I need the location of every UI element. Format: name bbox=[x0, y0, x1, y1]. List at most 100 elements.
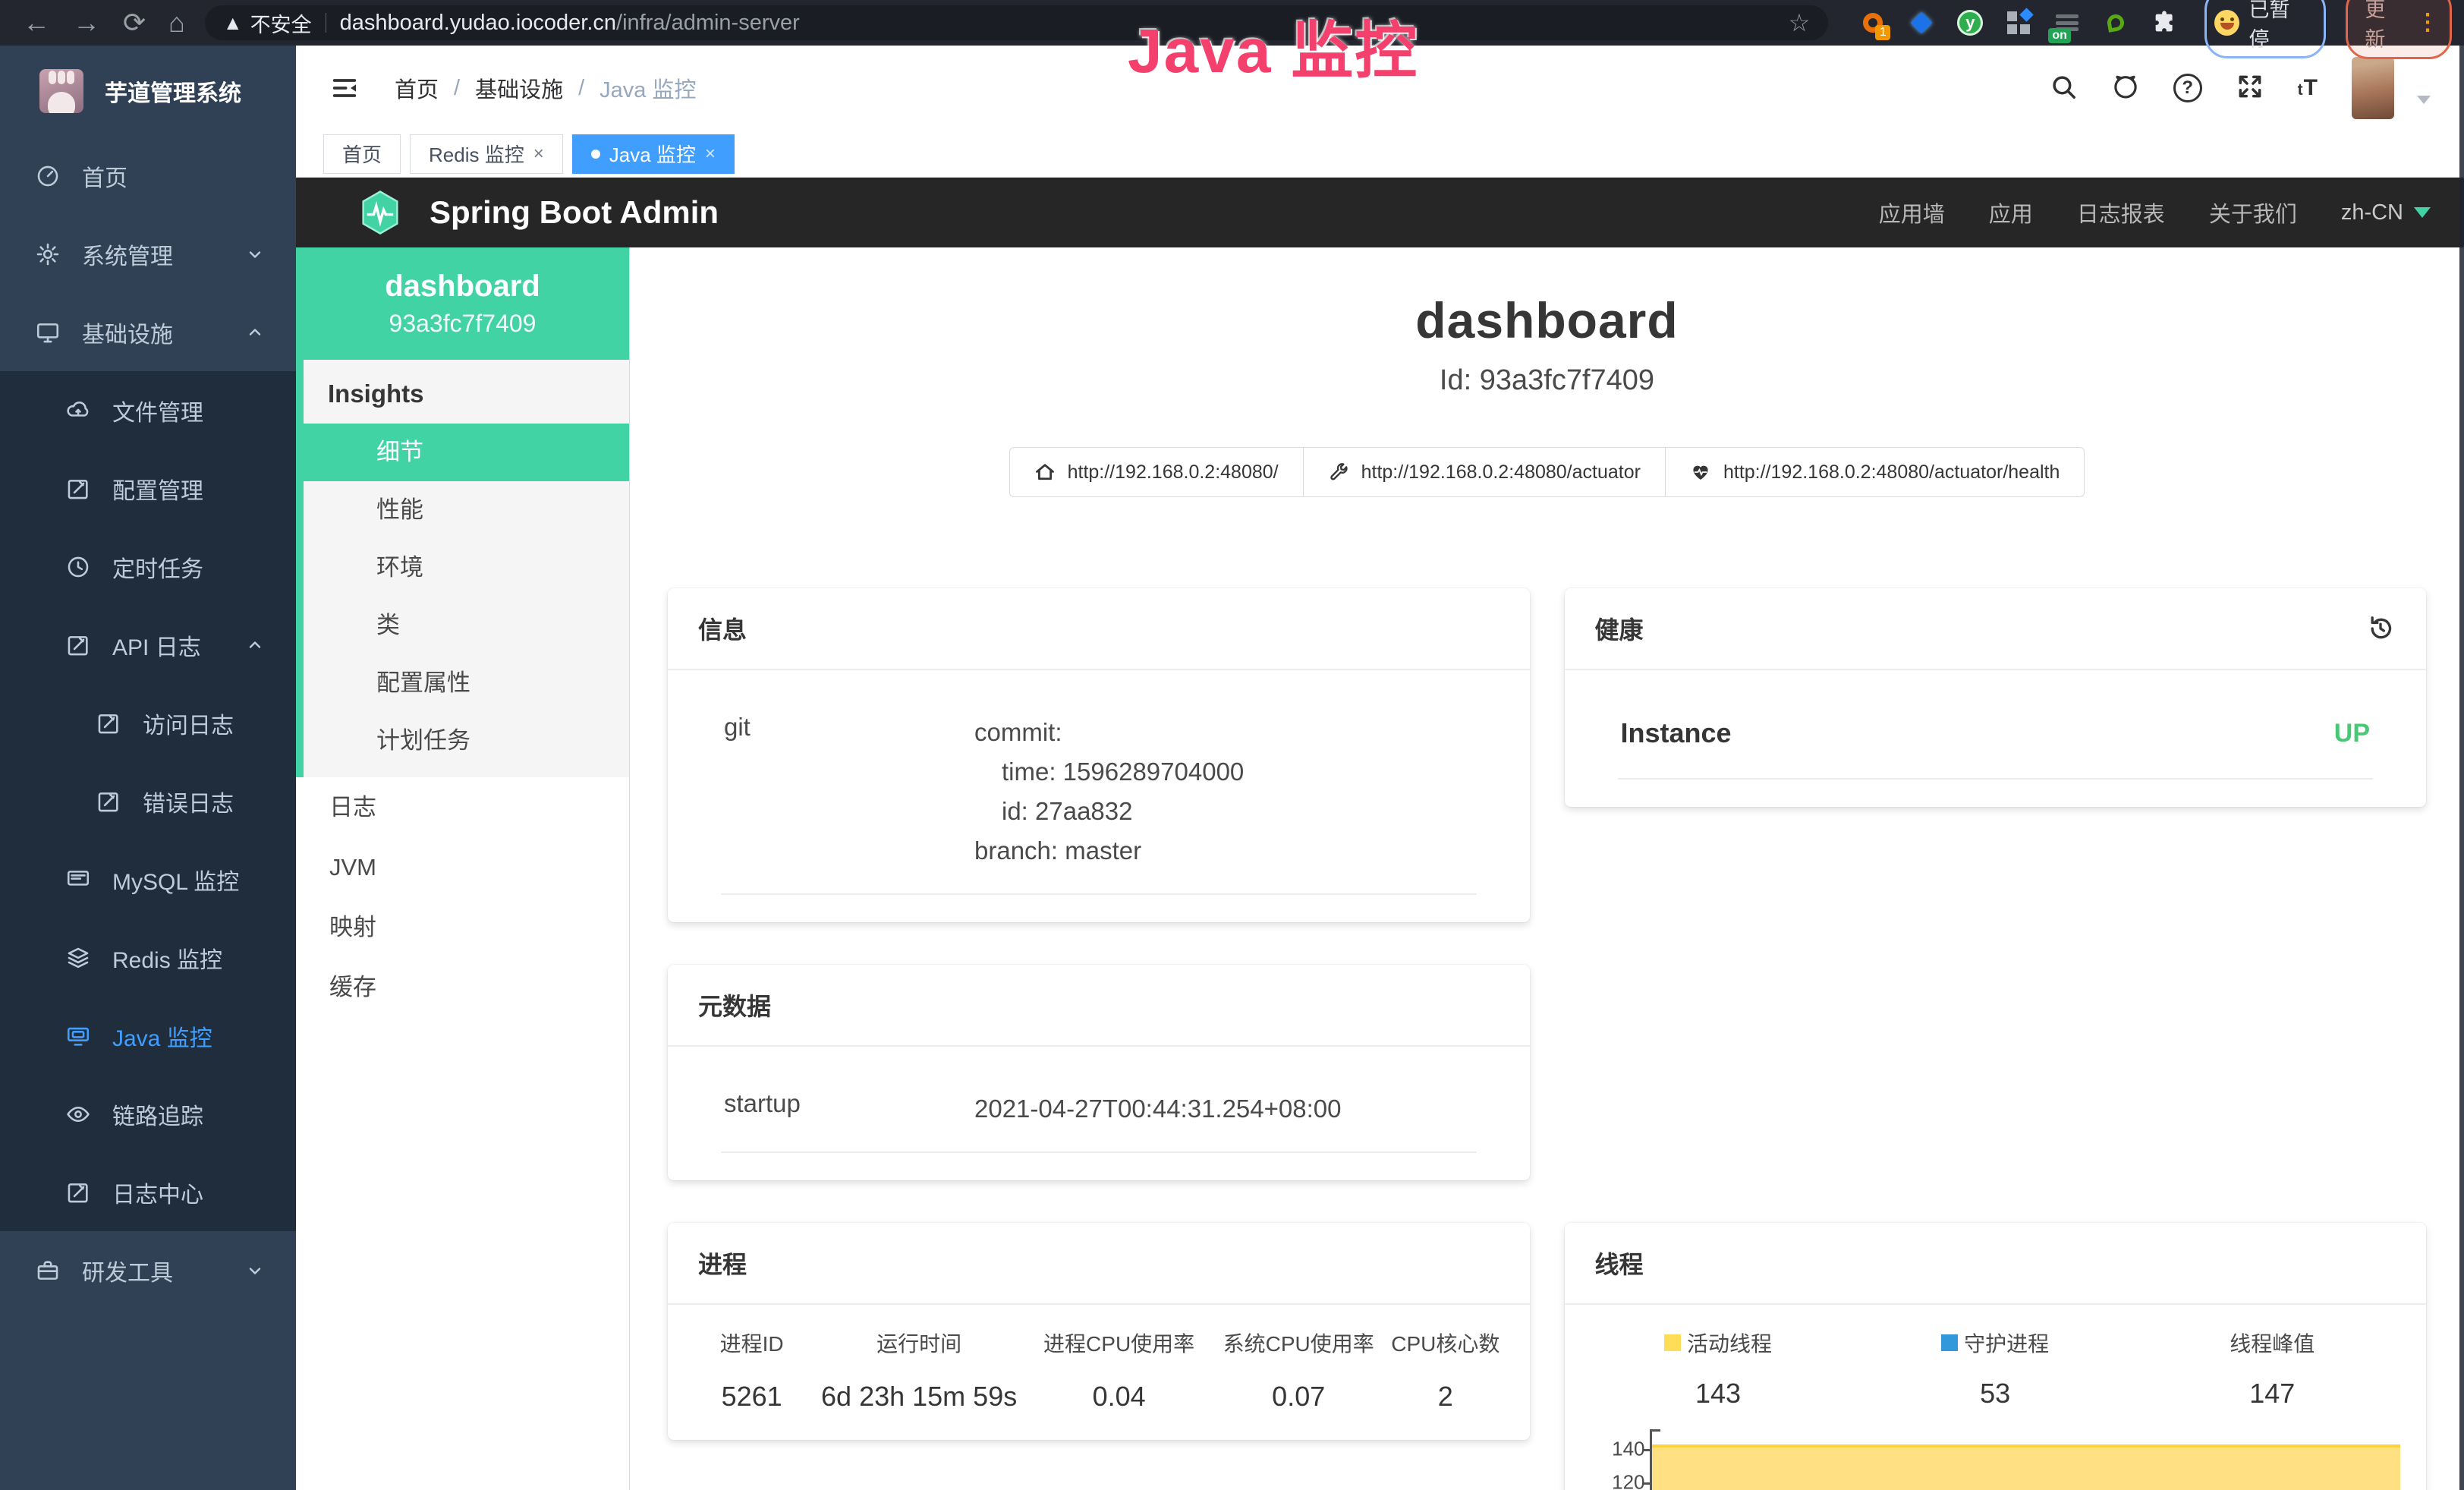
bookmark-star-icon[interactable]: ☆ bbox=[1789, 8, 1811, 37]
chevron-down-icon bbox=[246, 1262, 264, 1280]
health-url-button[interactable]: http://192.168.0.2:48080/actuator/health bbox=[1665, 447, 2085, 497]
legend-live-threads: 活动线程 143 bbox=[1580, 1328, 1857, 1410]
browser-menu-icon[interactable]: ⋮ bbox=[2416, 11, 2439, 34]
app-logo[interactable]: 芋道管理系统 bbox=[0, 46, 296, 137]
sidebar-item-log-center[interactable]: 日志中心 bbox=[0, 1153, 296, 1231]
sidebar-item-dev-tools[interactable]: 研发工具 bbox=[0, 1231, 296, 1309]
sba-nav-applications[interactable]: 应用 bbox=[1989, 197, 2033, 228]
extension-pin-icon[interactable] bbox=[1907, 8, 1936, 37]
extensions-puzzle-icon[interactable] bbox=[2150, 8, 2179, 37]
metadata-card: 元数据 startup 2021-04-27T00:44:31.254+08:0… bbox=[668, 965, 1530, 1180]
info-card-body: git commit: time: 1596289704000 id: 27aa… bbox=[668, 670, 1530, 922]
service-url-button[interactable]: http://192.168.0.2:48080/ bbox=[1009, 447, 1304, 497]
sba-instance-header[interactable]: dashboard 93a3fc7f7409 bbox=[296, 247, 629, 360]
font-size-icon[interactable]: tT bbox=[2298, 75, 2318, 101]
sba-item-jvm[interactable]: JVM bbox=[296, 837, 629, 897]
sidebar-item-access-logs[interactable]: 访问日志 bbox=[0, 684, 296, 762]
not-secure-warning-icon: ▲ bbox=[223, 11, 243, 35]
sidebar-item-redis-monitor[interactable]: Redis 监控 bbox=[0, 918, 296, 997]
extension-on-badge: on bbox=[2048, 28, 2071, 43]
extension-leaf-icon[interactable] bbox=[2101, 8, 2130, 37]
git-id-line: id: 27aa832 bbox=[974, 792, 1244, 831]
close-icon[interactable]: × bbox=[705, 143, 716, 165]
extension-grid-icon[interactable] bbox=[2004, 8, 2033, 37]
sba-item-logs[interactable]: 日志 bbox=[296, 777, 629, 837]
help-icon[interactable]: ? bbox=[2173, 74, 2202, 102]
sidebar-item-home[interactable]: 首页 bbox=[0, 137, 296, 215]
github-icon[interactable] bbox=[2111, 72, 2140, 105]
sba-item-metrics[interactable]: 性能 bbox=[304, 481, 629, 539]
sidebar-item-api-logs[interactable]: API 日志 bbox=[0, 606, 296, 684]
sba-locale-select[interactable]: zh-CN bbox=[2341, 200, 2431, 225]
breadcrumb-current: Java 监控 bbox=[599, 72, 696, 104]
sba-item-environment[interactable]: 环境 bbox=[304, 539, 629, 597]
actuator-url: http://192.168.0.2:48080/actuator bbox=[1361, 461, 1641, 484]
breadcrumb-home[interactable]: 首页 bbox=[395, 72, 439, 104]
legend-value: 143 bbox=[1695, 1378, 1741, 1410]
sba-nav-about[interactable]: 关于我们 bbox=[2209, 197, 2297, 228]
sidebar-collapse-icon[interactable] bbox=[329, 73, 360, 103]
user-avatar[interactable] bbox=[2352, 57, 2394, 119]
address-bar[interactable]: ▲ 不安全 dashboard.yudao.iocoder.cn/infra/a… bbox=[205, 5, 1828, 40]
tab-home[interactable]: 首页 bbox=[323, 134, 401, 174]
eye-icon bbox=[65, 1101, 96, 1127]
clock-icon bbox=[65, 554, 96, 580]
extension-y-icon[interactable]: y bbox=[1956, 8, 1984, 37]
page-url[interactable]: dashboard.yudao.iocoder.cn/infra/admin-s… bbox=[340, 11, 800, 36]
sba-nav-wallboard[interactable]: 应用墙 bbox=[1879, 197, 1945, 228]
fullscreen-icon[interactable] bbox=[2236, 72, 2264, 105]
profile-paused-badge[interactable]: 已暂停 bbox=[2204, 0, 2326, 58]
health-card: 健康 Instance UP bbox=[1565, 588, 2427, 807]
history-icon[interactable] bbox=[2365, 613, 2396, 644]
sba-nav-journal[interactable]: 日志报表 bbox=[2077, 197, 2165, 228]
browser-update-button[interactable]: 更新 ⋮ bbox=[2346, 0, 2452, 59]
sba-locale-value: zh-CN bbox=[2341, 200, 2403, 225]
search-icon[interactable] bbox=[2049, 72, 2078, 105]
info-card-title: 信息 bbox=[698, 611, 747, 646]
tab-redis-monitor[interactable]: Redis 监控 × bbox=[410, 134, 563, 174]
sidebar-item-java-monitor[interactable]: Java 监控 bbox=[0, 997, 296, 1075]
sidebar-item-error-logs[interactable]: 错误日志 bbox=[0, 762, 296, 840]
chevron-up-icon bbox=[246, 636, 264, 654]
sba-item-caches[interactable]: 缓存 bbox=[296, 957, 629, 1017]
browser-reload-icon[interactable]: ⟳ bbox=[123, 0, 146, 46]
info-card: 信息 git commit: time: 1596289704000 id: 2… bbox=[668, 588, 1530, 922]
sidebar-item-label: Java 监控 bbox=[112, 1019, 212, 1053]
threads-card-header: 线程 bbox=[1565, 1223, 2427, 1305]
sidebar-item-mysql-monitor[interactable]: MySQL 监控 bbox=[0, 840, 296, 918]
sba-item-mappings[interactable]: 映射 bbox=[296, 897, 629, 957]
not-secure-label[interactable]: 不安全 bbox=[250, 8, 312, 38]
sidebar-item-scheduled-tasks[interactable]: 定时任务 bbox=[0, 528, 296, 606]
browser-home-icon[interactable]: ⌂ bbox=[168, 0, 185, 46]
actuator-url-button[interactable]: http://192.168.0.2:48080/actuator bbox=[1303, 447, 1666, 497]
close-icon[interactable]: × bbox=[533, 143, 544, 165]
cloud-upload-icon bbox=[65, 398, 96, 424]
process-card-header: 进程 bbox=[668, 1223, 1530, 1305]
git-time-line: time: 1596289704000 bbox=[974, 752, 1244, 792]
sidebar-item-trace[interactable]: 链路追踪 bbox=[0, 1075, 296, 1153]
breadcrumb-infrastructure[interactable]: 基础设施 bbox=[475, 72, 563, 104]
browser-forward-icon[interactable]: → bbox=[73, 0, 100, 46]
sba-logo-icon[interactable] bbox=[357, 189, 404, 236]
cards-grid: 信息 git commit: time: 1596289704000 id: 2… bbox=[668, 588, 2426, 1490]
log-edit-icon bbox=[65, 632, 96, 658]
extension-proxy-icon[interactable]: on bbox=[2053, 8, 2082, 37]
sidebar-item-infrastructure[interactable]: 基础设施 bbox=[0, 293, 296, 371]
sba-item-classes[interactable]: 类 bbox=[304, 597, 629, 654]
sba-nav: 应用墙 应用 日志报表 关于我们 zh-CN bbox=[1879, 197, 2431, 228]
extension-colorzilla-icon[interactable]: 1 bbox=[1858, 8, 1887, 37]
sidebar-item-file-management[interactable]: 文件管理 bbox=[0, 371, 296, 449]
user-menu-caret-icon[interactable] bbox=[2417, 96, 2431, 104]
sba-item-scheduled[interactable]: 计划任务 bbox=[304, 712, 629, 770]
gear-icon bbox=[35, 241, 65, 267]
tab-java-monitor[interactable]: Java 监控 × bbox=[572, 134, 735, 174]
sba-brand-title[interactable]: Spring Boot Admin bbox=[430, 194, 719, 231]
health-card-body: Instance UP bbox=[1565, 670, 2427, 807]
threads-card-body: 活动线程 143 守护进程 53 线程峰值 14 bbox=[1565, 1305, 2427, 1490]
sba-sidebar: dashboard 93a3fc7f7409 Insights 细节 性能 环境… bbox=[296, 247, 630, 1490]
sidebar-item-config-management[interactable]: 配置管理 bbox=[0, 449, 296, 528]
sba-item-config-props[interactable]: 配置属性 bbox=[304, 654, 629, 712]
sidebar-item-system[interactable]: 系统管理 bbox=[0, 215, 296, 293]
browser-back-icon[interactable]: ← bbox=[23, 0, 50, 46]
sba-item-details[interactable]: 细节 bbox=[296, 424, 629, 481]
